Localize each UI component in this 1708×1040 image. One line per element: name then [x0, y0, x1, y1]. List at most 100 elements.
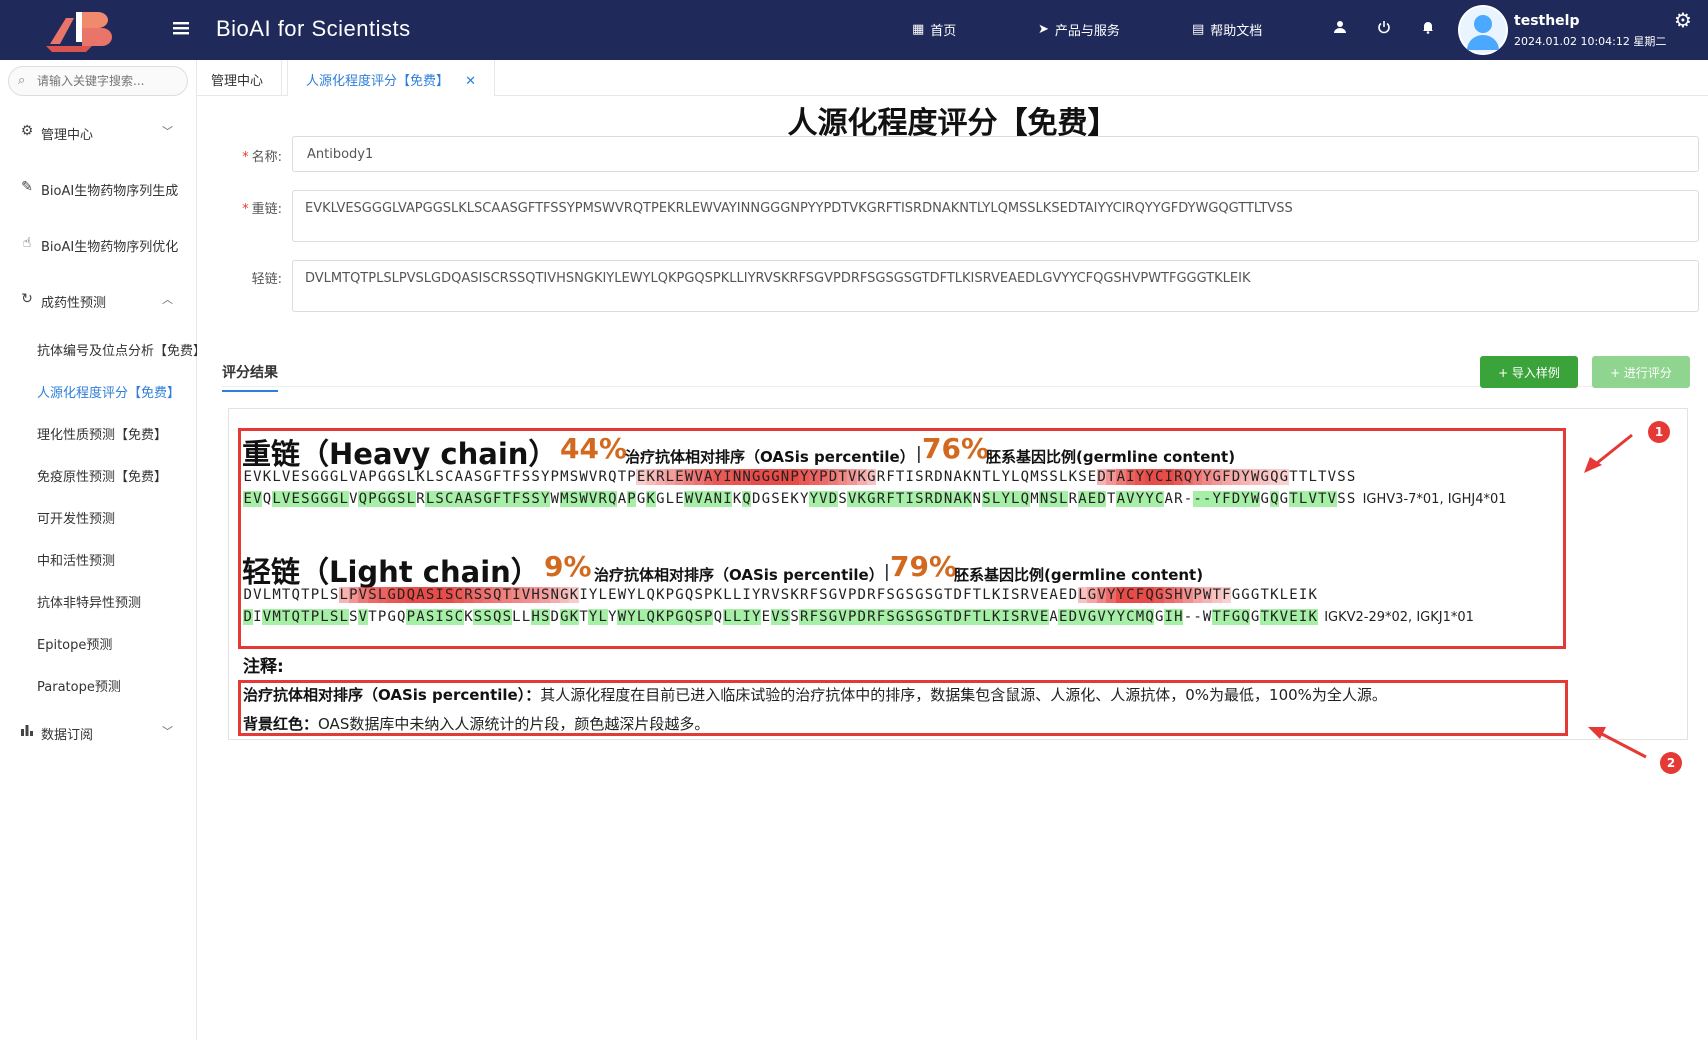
- residue: Y: [608, 609, 617, 625]
- residue: F: [511, 491, 522, 507]
- residue: D: [1068, 587, 1078, 603]
- light-query-sequence: DVLMTQTPLSLPVSLGDQASISCRSSQTIVHSNGKIYLEW…: [243, 587, 1318, 603]
- run-scoring-button[interactable]: + 进行评分: [1592, 356, 1690, 388]
- residue: R: [598, 469, 607, 485]
- residue: S: [904, 609, 915, 625]
- residue: A: [454, 469, 464, 485]
- sidebar-subitem-paratope[interactable]: Paratope预测: [37, 676, 197, 695]
- residue: S: [1164, 587, 1174, 603]
- residue: I: [904, 491, 915, 507]
- residue: Q: [1269, 469, 1280, 485]
- sidebar-subitem-physicochemical[interactable]: 理化性质预测【免费】: [37, 424, 197, 443]
- nav-home[interactable]: ▦ 首页: [912, 20, 956, 39]
- residue: K: [569, 609, 579, 625]
- sidebar-search[interactable]: ⌕: [8, 66, 188, 96]
- residue: R: [924, 491, 934, 507]
- residue: S: [771, 491, 780, 507]
- residue: Q: [607, 491, 618, 507]
- residue: N: [943, 491, 953, 507]
- sidebar-subitem-epitope[interactable]: Epitope预测: [37, 634, 197, 653]
- sidebar-subitem-immunogenicity[interactable]: 免疫原性预测【免费】: [37, 466, 197, 485]
- residue: S: [482, 587, 493, 603]
- residue: V: [358, 587, 368, 603]
- residue: T: [1106, 469, 1117, 485]
- residue: Q: [1020, 491, 1030, 507]
- menu-toggle-icon[interactable]: [170, 17, 192, 39]
- user-datetime: 2024.01.02 10:04:12 星期二: [1514, 35, 1667, 48]
- residue: R: [1020, 587, 1030, 603]
- user-icon[interactable]: [1330, 20, 1350, 38]
- residue: G: [1241, 587, 1250, 603]
- residue: V: [252, 491, 263, 507]
- residue: G: [387, 609, 396, 625]
- sidebar-subitem-neutralization[interactable]: 中和活性预测: [37, 550, 197, 569]
- grid-icon: ▦: [912, 22, 925, 37]
- gear-icon[interactable]: ⚙: [1674, 8, 1692, 32]
- sidebar-subitem-developability[interactable]: 可开发性预测: [37, 508, 197, 527]
- residue: T: [502, 587, 512, 603]
- import-example-button[interactable]: + 导入样例: [1480, 356, 1578, 388]
- residue: S: [981, 491, 992, 507]
- name-field[interactable]: [292, 136, 1699, 172]
- heavy-germline-label: 胚系基因比例(germline content): [986, 448, 1236, 466]
- residue: V: [358, 609, 368, 625]
- residue: L: [1077, 587, 1088, 603]
- residue: L: [1308, 469, 1317, 485]
- residue: L: [425, 469, 435, 485]
- residue: F: [809, 609, 819, 625]
- residue: K: [1269, 609, 1280, 625]
- residue: P: [367, 491, 378, 507]
- residue: C: [444, 491, 455, 507]
- residue: L: [1011, 469, 1020, 485]
- residue: S: [329, 587, 339, 603]
- residue: W: [684, 491, 694, 507]
- residue: I: [742, 587, 751, 603]
- residue: T: [1211, 609, 1222, 625]
- sidebar-item-sequence-optimization[interactable]: ☝ BioAI生物药物序列优化: [0, 226, 197, 262]
- residue: I: [741, 609, 752, 625]
- user-avatar[interactable]: [1458, 5, 1508, 55]
- nav-home-label: 首页: [930, 24, 957, 39]
- search-input[interactable]: [37, 71, 182, 91]
- residue: T: [895, 469, 905, 485]
- sidebar-item-druggability[interactable]: ↻ 成药性预测 ︿: [0, 282, 197, 318]
- residue: M: [560, 469, 569, 485]
- residue: G: [866, 469, 877, 485]
- residue: K: [991, 609, 1001, 625]
- residue: G: [674, 609, 685, 625]
- sidebar-item-management[interactable]: ⚙ 管理中心 ﹀: [0, 114, 197, 150]
- residue: G: [761, 491, 771, 507]
- user-name: testhelp: [1514, 13, 1580, 29]
- tab-management[interactable]: 管理中心: [211, 60, 283, 96]
- sidebar-item-sequence-generation[interactable]: ✎ BioAI生物药物序列生成: [0, 170, 197, 206]
- residue: R: [1068, 491, 1078, 507]
- sidebar-subitem-nonspecificity[interactable]: 抗体非特异性预测: [37, 592, 197, 611]
- bell-icon[interactable]: [1418, 20, 1438, 38]
- heavy-chain-field[interactable]: EVKLVESGGGLVAPGGSLKLSCAASGFTFSSYPMSWVRQT…: [292, 190, 1699, 242]
- residue: G: [483, 469, 492, 485]
- residue: F: [1221, 587, 1232, 603]
- residue: P: [348, 587, 359, 603]
- residue: E: [780, 491, 790, 507]
- nav-help-docs[interactable]: ▤ 帮助文档: [1192, 20, 1262, 39]
- sidebar-subitem-humanization[interactable]: 人源化程度评分【免费】: [37, 382, 197, 401]
- tab-score-results[interactable]: 评分结果: [222, 362, 278, 392]
- sidebar-item-data-subscription[interactable]: 数据订阅 ﹀: [0, 714, 197, 750]
- residue: G: [310, 469, 320, 485]
- app-logo[interactable]: [46, 8, 120, 52]
- gear-icon: ⚙: [20, 123, 34, 139]
- tab-humanization[interactable]: 人源化程度评分【免费】 ✕: [287, 60, 496, 96]
- residue: D: [396, 587, 407, 603]
- light-separator: |: [884, 562, 890, 582]
- sidebar-subitem-numbering[interactable]: 抗体编号及位点分析【免费】: [37, 340, 197, 359]
- residue: R: [416, 491, 425, 507]
- close-icon[interactable]: ✕: [465, 74, 476, 89]
- residue: G: [828, 587, 838, 603]
- residue: T: [943, 609, 953, 625]
- nav-products[interactable]: ➤ 产品与服务: [1038, 20, 1120, 39]
- light-germline-sequence: DIVMTQTPLSLSVTPGQPASISCKSSQSLLHSDGKTYLYW…: [243, 609, 1318, 625]
- light-chain-field[interactable]: DVLMTQTPLSLPVSLGDQASISCRSSQTIVHSNGKIYLEW…: [292, 260, 1699, 312]
- residue: P: [626, 491, 637, 507]
- power-icon[interactable]: [1374, 20, 1394, 38]
- residue: D: [243, 587, 253, 603]
